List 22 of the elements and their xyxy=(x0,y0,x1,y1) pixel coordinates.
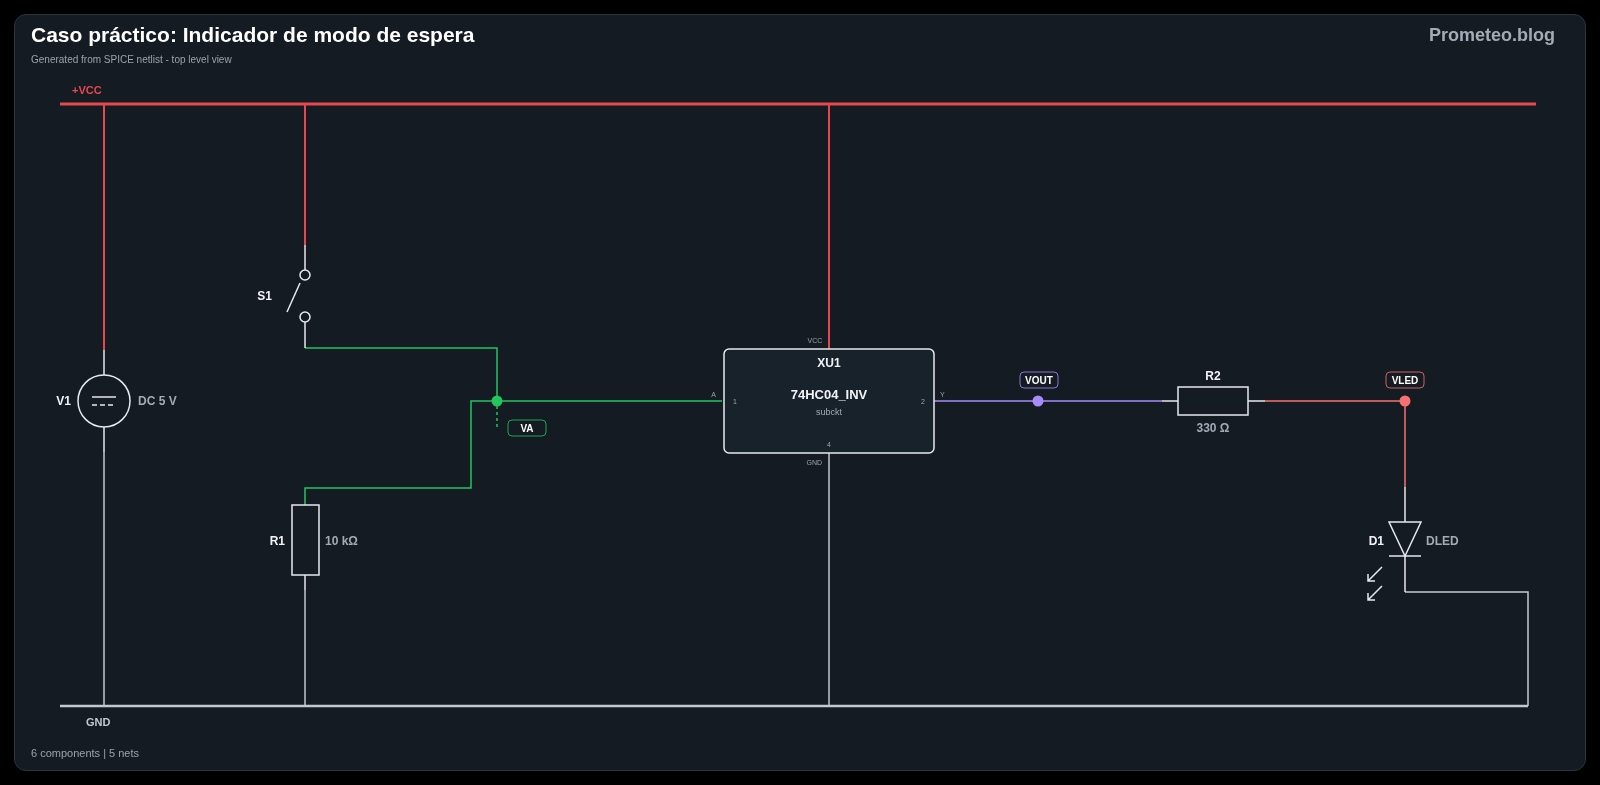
component-ref: D1 xyxy=(1368,534,1384,548)
status-text: 6 components | 5 nets xyxy=(30,746,141,759)
probe-line xyxy=(496,405,498,429)
component-ref: R2 xyxy=(1205,369,1221,383)
net-label: VOUT xyxy=(1019,371,1059,389)
component-value: 10 kΩ xyxy=(325,534,358,548)
net-label: +VCC xyxy=(72,84,102,96)
net-label: VLED xyxy=(1385,371,1425,389)
component-ref: S1 xyxy=(257,289,272,303)
net-label: VA xyxy=(507,419,547,437)
page-subtitle: Generated from SPICE netlist - top level view xyxy=(31,53,233,67)
component-value: DLED xyxy=(1426,534,1459,548)
component-value: DC 5 V xyxy=(138,394,177,408)
component-ref: XU1 xyxy=(817,356,841,370)
brand-label: Prometeo.blog xyxy=(1429,24,1555,47)
component-type: subckt xyxy=(816,407,842,417)
component-ref: R1 xyxy=(269,534,285,548)
component-model: 74HC04_INV xyxy=(790,387,868,402)
net-label: GND xyxy=(86,716,111,728)
component-ref: V1 xyxy=(56,394,71,408)
page-title: Caso práctico: Indicador de modo de espera xyxy=(31,22,475,48)
component-value: 330 Ω xyxy=(1196,421,1230,435)
